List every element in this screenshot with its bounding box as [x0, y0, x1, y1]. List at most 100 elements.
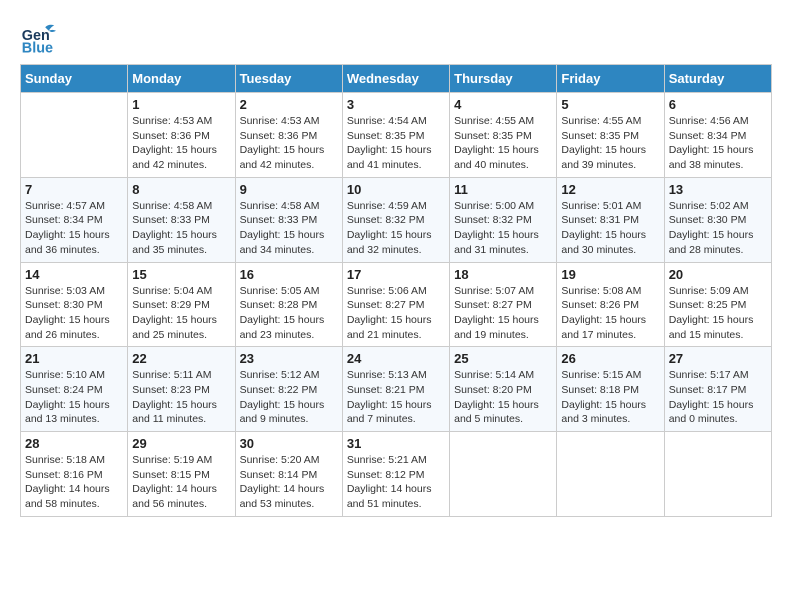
- calendar-cell: 21 Sunrise: 5:10 AM Sunset: 8:24 PM Dayli…: [21, 347, 128, 432]
- calendar-cell: 18Sunrise: 5:07 AM Sunset: 8:27 PM Dayli…: [450, 262, 557, 347]
- calendar-cell: 20 Sunrise: 5:09 AM Sunset: 8:25 PM Dayli…: [664, 262, 771, 347]
- header-wednesday: Wednesday: [342, 65, 449, 93]
- calendar-table: SundayMondayTuesdayWednesdayThursdayFrid…: [20, 64, 772, 517]
- day-number: 12: [561, 182, 659, 197]
- week-row-3: 14 Sunrise: 5:03 AM Sunset: 8:30 PM Dayli…: [21, 262, 772, 347]
- day-number: 5: [561, 97, 659, 112]
- day-number: 21: [25, 351, 123, 366]
- day-number: 9: [240, 182, 338, 197]
- calendar-cell: 1Sunrise: 4:53 AM Sunset: 8:36 PM Daylig…: [128, 93, 235, 178]
- svg-text:Blue: Blue: [22, 40, 53, 56]
- calendar-cell: 8Sunrise: 4:58 AM Sunset: 8:33 PM Daylig…: [128, 177, 235, 262]
- calendar-cell: 24 Sunrise: 5:13 AM Sunset: 8:21 PM Dayli…: [342, 347, 449, 432]
- calendar-cell: 10Sunrise: 4:59 AM Sunset: 8:32 PM Dayli…: [342, 177, 449, 262]
- day-info: Sunrise: 5:03 AM Sunset: 8:30 PM Dayligh…: [25, 284, 123, 343]
- day-info: Sunrise: 5:07 AM Sunset: 8:27 PM Dayligh…: [454, 284, 552, 343]
- calendar-cell: 19 Sunrise: 5:08 AM Sunset: 8:26 PM Dayli…: [557, 262, 664, 347]
- day-number: 3: [347, 97, 445, 112]
- day-number: 31: [347, 436, 445, 451]
- day-info: Sunrise: 4:54 AM Sunset: 8:35 PM Dayligh…: [347, 114, 445, 173]
- day-number: 13: [669, 182, 767, 197]
- logo: Gen Blue: [20, 20, 60, 56]
- header-sunday: Sunday: [21, 65, 128, 93]
- calendar-cell: 26 Sunrise: 5:15 AM Sunset: 8:18 PM Dayli…: [557, 347, 664, 432]
- day-number: 22: [132, 351, 230, 366]
- calendar-cell: 12 Sunrise: 5:01 AM Sunset: 8:31 PM Dayli…: [557, 177, 664, 262]
- calendar-cell: 3 Sunrise: 4:54 AM Sunset: 8:35 PM Daylig…: [342, 93, 449, 178]
- day-number: 16: [240, 267, 338, 282]
- day-info: Sunrise: 5:14 AM Sunset: 8:20 PM Dayligh…: [454, 368, 552, 427]
- day-number: 25: [454, 351, 552, 366]
- calendar-cell: 4 Sunrise: 4:55 AM Sunset: 8:35 PM Daylig…: [450, 93, 557, 178]
- calendar-cell: 5 Sunrise: 4:55 AM Sunset: 8:35 PM Daylig…: [557, 93, 664, 178]
- day-info: Sunrise: 5:02 AM Sunset: 8:30 PM Dayligh…: [669, 199, 767, 258]
- week-row-4: 21 Sunrise: 5:10 AM Sunset: 8:24 PM Dayli…: [21, 347, 772, 432]
- day-info: Sunrise: 5:13 AM Sunset: 8:21 PM Dayligh…: [347, 368, 445, 427]
- calendar-cell: 11 Sunrise: 5:00 AM Sunset: 8:32 PM Dayli…: [450, 177, 557, 262]
- day-info: Sunrise: 5:18 AM Sunset: 8:16 PM Dayligh…: [25, 453, 123, 512]
- day-number: 7: [25, 182, 123, 197]
- header-saturday: Saturday: [664, 65, 771, 93]
- calendar-cell: [21, 93, 128, 178]
- day-info: Sunrise: 5:01 AM Sunset: 8:31 PM Dayligh…: [561, 199, 659, 258]
- day-info: Sunrise: 5:15 AM Sunset: 8:18 PM Dayligh…: [561, 368, 659, 427]
- day-number: 2: [240, 97, 338, 112]
- day-number: 15: [132, 267, 230, 282]
- calendar-cell: 7 Sunrise: 4:57 AM Sunset: 8:34 PM Daylig…: [21, 177, 128, 262]
- day-info: Sunrise: 4:58 AM Sunset: 8:33 PM Dayligh…: [240, 199, 338, 258]
- day-number: 23: [240, 351, 338, 366]
- calendar-cell: 23Sunrise: 5:12 AM Sunset: 8:22 PM Dayli…: [235, 347, 342, 432]
- day-number: 1: [132, 97, 230, 112]
- calendar-cell: 16 Sunrise: 5:05 AM Sunset: 8:28 PM Dayli…: [235, 262, 342, 347]
- calendar-cell: 28Sunrise: 5:18 AM Sunset: 8:16 PM Dayli…: [21, 432, 128, 517]
- week-row-5: 28Sunrise: 5:18 AM Sunset: 8:16 PM Dayli…: [21, 432, 772, 517]
- day-number: 20: [669, 267, 767, 282]
- day-info: Sunrise: 5:10 AM Sunset: 8:24 PM Dayligh…: [25, 368, 123, 427]
- header-thursday: Thursday: [450, 65, 557, 93]
- day-info: Sunrise: 5:20 AM Sunset: 8:14 PM Dayligh…: [240, 453, 338, 512]
- logo-icon: Gen Blue: [20, 20, 56, 56]
- calendar-cell: 27Sunrise: 5:17 AM Sunset: 8:17 PM Dayli…: [664, 347, 771, 432]
- day-info: Sunrise: 4:55 AM Sunset: 8:35 PM Dayligh…: [454, 114, 552, 173]
- calendar-header: SundayMondayTuesdayWednesdayThursdayFrid…: [21, 65, 772, 93]
- calendar-cell: 25 Sunrise: 5:14 AM Sunset: 8:20 PM Dayli…: [450, 347, 557, 432]
- calendar-body: 1Sunrise: 4:53 AM Sunset: 8:36 PM Daylig…: [21, 93, 772, 517]
- day-number: 11: [454, 182, 552, 197]
- header-friday: Friday: [557, 65, 664, 93]
- day-number: 24: [347, 351, 445, 366]
- calendar-cell: [557, 432, 664, 517]
- page-header: Gen Blue: [20, 20, 772, 56]
- day-number: 4: [454, 97, 552, 112]
- calendar-cell: 29Sunrise: 5:19 AM Sunset: 8:15 PM Dayli…: [128, 432, 235, 517]
- day-number: 14: [25, 267, 123, 282]
- day-info: Sunrise: 5:11 AM Sunset: 8:23 PM Dayligh…: [132, 368, 230, 427]
- day-info: Sunrise: 4:57 AM Sunset: 8:34 PM Dayligh…: [25, 199, 123, 258]
- calendar-cell: 30Sunrise: 5:20 AM Sunset: 8:14 PM Dayli…: [235, 432, 342, 517]
- calendar-cell: 22 Sunrise: 5:11 AM Sunset: 8:23 PM Dayli…: [128, 347, 235, 432]
- day-info: Sunrise: 5:04 AM Sunset: 8:29 PM Dayligh…: [132, 284, 230, 343]
- day-info: Sunrise: 5:19 AM Sunset: 8:15 PM Dayligh…: [132, 453, 230, 512]
- day-info: Sunrise: 5:09 AM Sunset: 8:25 PM Dayligh…: [669, 284, 767, 343]
- calendar-cell: 6Sunrise: 4:56 AM Sunset: 8:34 PM Daylig…: [664, 93, 771, 178]
- header-tuesday: Tuesday: [235, 65, 342, 93]
- calendar-cell: 31Sunrise: 5:21 AM Sunset: 8:12 PM Dayli…: [342, 432, 449, 517]
- day-info: Sunrise: 5:08 AM Sunset: 8:26 PM Dayligh…: [561, 284, 659, 343]
- calendar-cell: 2Sunrise: 4:53 AM Sunset: 8:36 PM Daylig…: [235, 93, 342, 178]
- day-number: 10: [347, 182, 445, 197]
- calendar-cell: [664, 432, 771, 517]
- day-info: Sunrise: 5:06 AM Sunset: 8:27 PM Dayligh…: [347, 284, 445, 343]
- day-number: 17: [347, 267, 445, 282]
- day-number: 19: [561, 267, 659, 282]
- day-info: Sunrise: 4:55 AM Sunset: 8:35 PM Dayligh…: [561, 114, 659, 173]
- week-row-1: 1Sunrise: 4:53 AM Sunset: 8:36 PM Daylig…: [21, 93, 772, 178]
- header-row: SundayMondayTuesdayWednesdayThursdayFrid…: [21, 65, 772, 93]
- day-info: Sunrise: 5:00 AM Sunset: 8:32 PM Dayligh…: [454, 199, 552, 258]
- calendar-cell: 9 Sunrise: 4:58 AM Sunset: 8:33 PM Daylig…: [235, 177, 342, 262]
- calendar-cell: 14 Sunrise: 5:03 AM Sunset: 8:30 PM Dayli…: [21, 262, 128, 347]
- calendar-cell: 17 Sunrise: 5:06 AM Sunset: 8:27 PM Dayli…: [342, 262, 449, 347]
- calendar-cell: 13 Sunrise: 5:02 AM Sunset: 8:30 PM Dayli…: [664, 177, 771, 262]
- day-number: 26: [561, 351, 659, 366]
- week-row-2: 7 Sunrise: 4:57 AM Sunset: 8:34 PM Daylig…: [21, 177, 772, 262]
- day-info: Sunrise: 5:05 AM Sunset: 8:28 PM Dayligh…: [240, 284, 338, 343]
- day-number: 27: [669, 351, 767, 366]
